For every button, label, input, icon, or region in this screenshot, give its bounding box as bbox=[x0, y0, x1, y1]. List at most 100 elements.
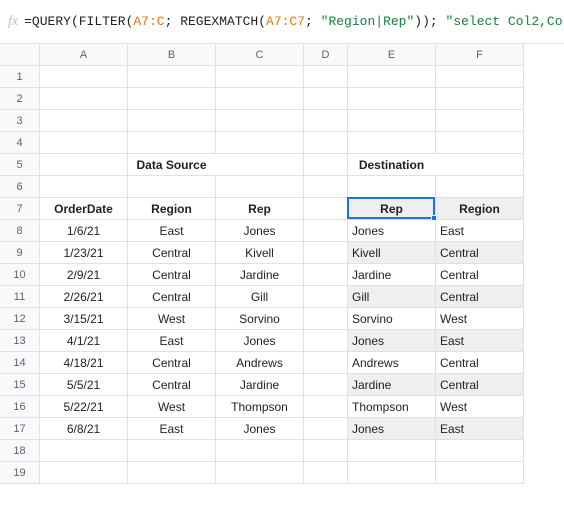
cell[interactable] bbox=[348, 132, 436, 154]
row-header[interactable]: 9 bbox=[0, 242, 40, 264]
cell-region[interactable]: East bbox=[128, 220, 216, 242]
cell[interactable] bbox=[128, 176, 216, 198]
cell[interactable] bbox=[128, 132, 216, 154]
select-all-corner[interactable] bbox=[0, 44, 40, 66]
row-header[interactable]: 14 bbox=[0, 352, 40, 374]
row-header[interactable]: 4 bbox=[0, 132, 40, 154]
row-header[interactable]: 18 bbox=[0, 440, 40, 462]
cell-rep[interactable]: Jardine bbox=[216, 264, 304, 286]
row-header[interactable]: 13 bbox=[0, 330, 40, 352]
col-header-d[interactable]: D bbox=[304, 44, 348, 66]
cell[interactable] bbox=[348, 176, 436, 198]
dest-region[interactable]: Central bbox=[436, 352, 524, 374]
cell[interactable] bbox=[436, 132, 524, 154]
cell[interactable] bbox=[40, 66, 128, 88]
cell[interactable] bbox=[436, 154, 524, 176]
cell[interactable] bbox=[348, 110, 436, 132]
cell[interactable] bbox=[216, 154, 304, 176]
cell[interactable] bbox=[216, 66, 304, 88]
cell[interactable] bbox=[304, 308, 348, 330]
cell[interactable] bbox=[304, 132, 348, 154]
dest-rep[interactable]: Thompson bbox=[348, 396, 436, 418]
cell[interactable] bbox=[436, 110, 524, 132]
dest-region[interactable]: Central bbox=[436, 242, 524, 264]
dest-header-rep[interactable]: Rep bbox=[348, 198, 436, 220]
cell[interactable] bbox=[216, 440, 304, 462]
cell-rep[interactable]: Sorvino bbox=[216, 308, 304, 330]
row-header[interactable]: 8 bbox=[0, 220, 40, 242]
cell-rep[interactable]: Kivell bbox=[216, 242, 304, 264]
dest-region[interactable]: Central bbox=[436, 286, 524, 308]
cell-orderdate[interactable]: 2/9/21 bbox=[40, 264, 128, 286]
col-header-b[interactable]: B bbox=[128, 44, 216, 66]
cell-orderdate[interactable]: 6/8/21 bbox=[40, 418, 128, 440]
dest-region[interactable]: Central bbox=[436, 264, 524, 286]
cell[interactable] bbox=[304, 264, 348, 286]
row-header[interactable]: 15 bbox=[0, 374, 40, 396]
cell[interactable] bbox=[304, 374, 348, 396]
cell-orderdate[interactable]: 5/5/21 bbox=[40, 374, 128, 396]
dest-rep[interactable]: Kivell bbox=[348, 242, 436, 264]
dest-region[interactable]: West bbox=[436, 396, 524, 418]
dest-region[interactable]: East bbox=[436, 418, 524, 440]
cell-orderdate[interactable]: 2/26/21 bbox=[40, 286, 128, 308]
cell[interactable] bbox=[304, 242, 348, 264]
cell[interactable] bbox=[216, 132, 304, 154]
cell[interactable] bbox=[304, 440, 348, 462]
cell-region[interactable]: Central bbox=[128, 264, 216, 286]
col-header-f[interactable]: F bbox=[436, 44, 524, 66]
cell-rep[interactable]: Andrews bbox=[216, 352, 304, 374]
cell[interactable] bbox=[304, 462, 348, 484]
dest-rep[interactable]: Andrews bbox=[348, 352, 436, 374]
row-header[interactable]: 5 bbox=[0, 154, 40, 176]
cell[interactable] bbox=[304, 330, 348, 352]
cell[interactable] bbox=[40, 176, 128, 198]
cell[interactable] bbox=[40, 440, 128, 462]
cell[interactable] bbox=[128, 462, 216, 484]
dest-rep[interactable]: Jardine bbox=[348, 374, 436, 396]
cell[interactable] bbox=[348, 66, 436, 88]
row-header[interactable]: 2 bbox=[0, 88, 40, 110]
cell-region[interactable]: East bbox=[128, 418, 216, 440]
cell[interactable] bbox=[304, 286, 348, 308]
cell-orderdate[interactable]: 1/23/21 bbox=[40, 242, 128, 264]
cell[interactable] bbox=[40, 132, 128, 154]
row-header[interactable]: 12 bbox=[0, 308, 40, 330]
header-rep[interactable]: Rep bbox=[216, 198, 304, 220]
row-header[interactable]: 16 bbox=[0, 396, 40, 418]
formula-input[interactable]: =QUERY(FILTER(A7:C; REGEXMATCH(A7:C7; "R… bbox=[18, 14, 564, 29]
row-header[interactable]: 17 bbox=[0, 418, 40, 440]
header-orderdate[interactable]: OrderDate bbox=[40, 198, 128, 220]
cell[interactable] bbox=[216, 88, 304, 110]
dest-rep[interactable]: Jones bbox=[348, 330, 436, 352]
cell[interactable] bbox=[304, 154, 348, 176]
cell[interactable] bbox=[216, 462, 304, 484]
cell[interactable] bbox=[304, 88, 348, 110]
title-data-source[interactable]: Data Source bbox=[128, 154, 216, 176]
dest-rep[interactable]: Jones bbox=[348, 220, 436, 242]
dest-region[interactable]: East bbox=[436, 220, 524, 242]
cell-rep[interactable]: Jones bbox=[216, 330, 304, 352]
cell-rep[interactable]: Jones bbox=[216, 220, 304, 242]
cell-rep[interactable]: Jones bbox=[216, 418, 304, 440]
cell[interactable] bbox=[304, 198, 348, 220]
dest-rep[interactable]: Sorvino bbox=[348, 308, 436, 330]
col-header-e[interactable]: E bbox=[348, 44, 436, 66]
cell[interactable] bbox=[304, 176, 348, 198]
active-cell-handle[interactable] bbox=[431, 215, 437, 221]
row-header[interactable]: 19 bbox=[0, 462, 40, 484]
cell[interactable] bbox=[304, 352, 348, 374]
title-destination[interactable]: Destination bbox=[348, 154, 436, 176]
cell[interactable] bbox=[128, 440, 216, 462]
dest-region[interactable]: East bbox=[436, 330, 524, 352]
cell[interactable] bbox=[436, 66, 524, 88]
row-header[interactable]: 10 bbox=[0, 264, 40, 286]
cell[interactable] bbox=[348, 88, 436, 110]
dest-rep[interactable]: Jardine bbox=[348, 264, 436, 286]
cell[interactable] bbox=[304, 110, 348, 132]
row-header[interactable]: 3 bbox=[0, 110, 40, 132]
cell[interactable] bbox=[304, 418, 348, 440]
cell[interactable] bbox=[128, 66, 216, 88]
col-header-a[interactable]: A bbox=[40, 44, 128, 66]
row-header[interactable]: 7 bbox=[0, 198, 40, 220]
